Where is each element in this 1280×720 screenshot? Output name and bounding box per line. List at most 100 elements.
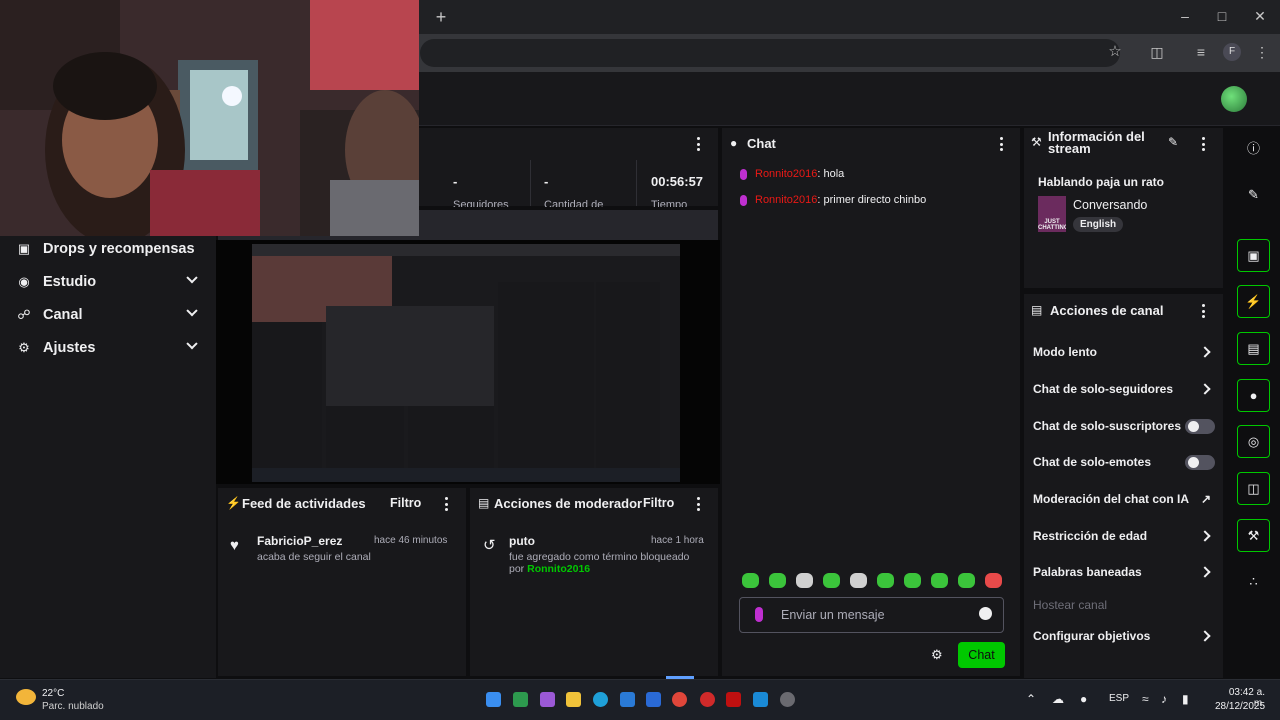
action-hostear-canal: Hostear canal: [1033, 595, 1215, 615]
activity-filter-button[interactable]: Filtro: [390, 496, 421, 510]
emote-icon[interactable]: [742, 573, 759, 588]
action-palabras-baneadas[interactable]: Palabras baneadas: [1033, 562, 1215, 582]
feed-user-name[interactable]: FabricioP_erez: [257, 534, 342, 548]
clock-date[interactable]: 28/12/2025: [1215, 701, 1265, 712]
chat-settings-icon[interactable]: ⚙: [931, 647, 943, 663]
emote-icon[interactable]: [823, 573, 840, 588]
app-icon[interactable]: [700, 692, 715, 707]
connections-icon[interactable]: ∴: [1237, 565, 1270, 598]
channel-actions-menu-icon[interactable]: [1201, 304, 1205, 318]
microphone-icon[interactable]: ●: [1080, 692, 1087, 706]
weather-text: Parc. nublado: [42, 701, 104, 712]
sidebar-item-ajustes[interactable]: ⚙ Ajustes: [0, 332, 216, 364]
chat-title: Chat: [747, 136, 776, 151]
info-icon[interactable]: ⓘ: [1237, 131, 1270, 164]
minimize-button[interactable]: –: [1174, 6, 1196, 26]
emote-icon[interactable]: [904, 573, 921, 588]
start-icon[interactable]: [486, 692, 501, 707]
maximize-button[interactable]: □: [1211, 6, 1233, 26]
chevron-down-icon: [186, 305, 198, 317]
word-icon[interactable]: [646, 692, 661, 707]
activity-feed-menu-icon[interactable]: [444, 497, 448, 511]
mod-by-user[interactable]: Ronnito2016: [527, 563, 590, 575]
input-language[interactable]: ESP: [1109, 693, 1129, 704]
sidebar-item-drops[interactable]: ▣ Drops y recompensas: [0, 233, 216, 265]
bookmark-star-icon[interactable]: ☆: [1104, 42, 1126, 62]
stat-label-text: Tiempo: [651, 199, 688, 207]
sidebar-item-estudio[interactable]: ◉ Estudio: [0, 266, 216, 298]
action-moderacion-ia[interactable]: Moderación del chat con IA ↗: [1033, 489, 1215, 509]
stat-time-value: 00:56:57: [651, 174, 704, 189]
user-avatar[interactable]: [1221, 86, 1247, 112]
chat-menu-icon[interactable]: [999, 137, 1003, 151]
emote-icon[interactable]: [769, 573, 786, 588]
chevron-right-icon: [1199, 346, 1211, 358]
emote-icon[interactable]: [796, 573, 813, 588]
chat-username[interactable]: Ronnito2016: [755, 194, 817, 206]
external-link-icon: ↗: [1200, 492, 1211, 506]
stream-info-menu-icon[interactable]: [1201, 137, 1205, 151]
outlook-icon[interactable]: [620, 692, 635, 707]
address-bar[interactable]: [420, 39, 1120, 67]
action-restriccion-edad[interactable]: Restricción de edad: [1033, 526, 1215, 546]
emote-icon[interactable]: [985, 573, 1002, 588]
wrench-icon[interactable]: ⚒: [1237, 519, 1270, 552]
stats-menu-icon[interactable]: [696, 137, 700, 151]
stream-preview-image: [216, 240, 720, 484]
broadcast-icon[interactable]: ◎: [1237, 425, 1270, 458]
app-icon[interactable]: [780, 692, 795, 707]
pencil-icon[interactable]: ✎: [1168, 135, 1178, 149]
chat-input-placeholder: Enviar un mensaje: [781, 608, 885, 622]
stream-info-title: Información del stream: [1048, 129, 1145, 156]
volume-icon[interactable]: ♪: [1161, 692, 1167, 706]
browser-menu-icon[interactable]: ⋮: [1251, 42, 1273, 62]
action-solo-suscriptores: Chat de solo-suscriptores: [1033, 416, 1215, 436]
mod-actions-menu-icon[interactable]: [696, 497, 700, 511]
emote-icon[interactable]: [931, 573, 948, 588]
emoji-icon[interactable]: [979, 607, 992, 620]
app-icon[interactable]: [513, 692, 528, 707]
chevron-up-icon[interactable]: ⌃: [1026, 692, 1036, 706]
mod-filter-button[interactable]: Filtro: [643, 496, 674, 510]
wifi-icon[interactable]: ≈: [1142, 692, 1149, 706]
stream-category[interactable]: Conversando: [1073, 198, 1147, 212]
stat-followers-label: Seguidores: [453, 199, 509, 207]
channel-icon: ☍: [17, 307, 31, 322]
mod-by-prefix: por: [509, 563, 525, 575]
battery-icon[interactable]: ▮: [1182, 692, 1189, 706]
chat-bubble-icon[interactable]: ●: [1237, 379, 1270, 412]
media-controls-icon[interactable]: ≡: [1190, 42, 1212, 62]
store-icon[interactable]: [753, 692, 768, 707]
sidebar-item-label: Drops y recompensas: [43, 241, 195, 257]
sidebar-item-canal[interactable]: ☍ Canal: [0, 299, 216, 331]
chat-message: Ronnito2016 : primer directo chinbo: [740, 194, 926, 206]
emote-icon[interactable]: [877, 573, 894, 588]
stat-label-text: Cantidad de: [544, 199, 604, 207]
file-explorer-icon[interactable]: [566, 692, 581, 707]
chat-send-button[interactable]: Chat: [958, 642, 1005, 668]
cloud-icon[interactable]: ☁: [1052, 692, 1064, 706]
profile-avatar[interactable]: F: [1223, 43, 1241, 61]
close-window-button[interactable]: ✕: [1249, 6, 1271, 26]
channel-actions-icon: ▤: [1031, 303, 1043, 317]
edge-icon[interactable]: [593, 692, 608, 707]
action-label: Hostear canal: [1033, 598, 1108, 612]
extensions-icon[interactable]: ◫: [1146, 42, 1168, 62]
action-solo-seguidores[interactable]: Chat de solo-seguidores: [1033, 379, 1215, 399]
chat-username[interactable]: Ronnito2016: [755, 168, 817, 180]
action-modo-lento[interactable]: Modo lento: [1033, 342, 1215, 362]
emote-icon[interactable]: [850, 573, 867, 588]
toggle-switch[interactable]: [1185, 454, 1215, 470]
emote-icon[interactable]: [958, 573, 975, 588]
netflix-icon[interactable]: [726, 692, 741, 707]
document-icon[interactable]: ▤: [1237, 332, 1270, 365]
layout-icon[interactable]: ◫: [1237, 472, 1270, 505]
lightning-icon[interactable]: ⚡: [1237, 285, 1270, 318]
new-tab-button[interactable]: +: [430, 7, 452, 27]
chrome-icon[interactable]: [672, 692, 687, 707]
copilot-icon[interactable]: [540, 692, 555, 707]
action-configurar-objetivos[interactable]: Configurar objetivos: [1033, 626, 1215, 646]
pencil-icon[interactable]: ✎: [1237, 178, 1270, 211]
toggle-switch[interactable]: [1185, 418, 1215, 434]
camera-frame-icon[interactable]: ▣: [1237, 239, 1270, 272]
